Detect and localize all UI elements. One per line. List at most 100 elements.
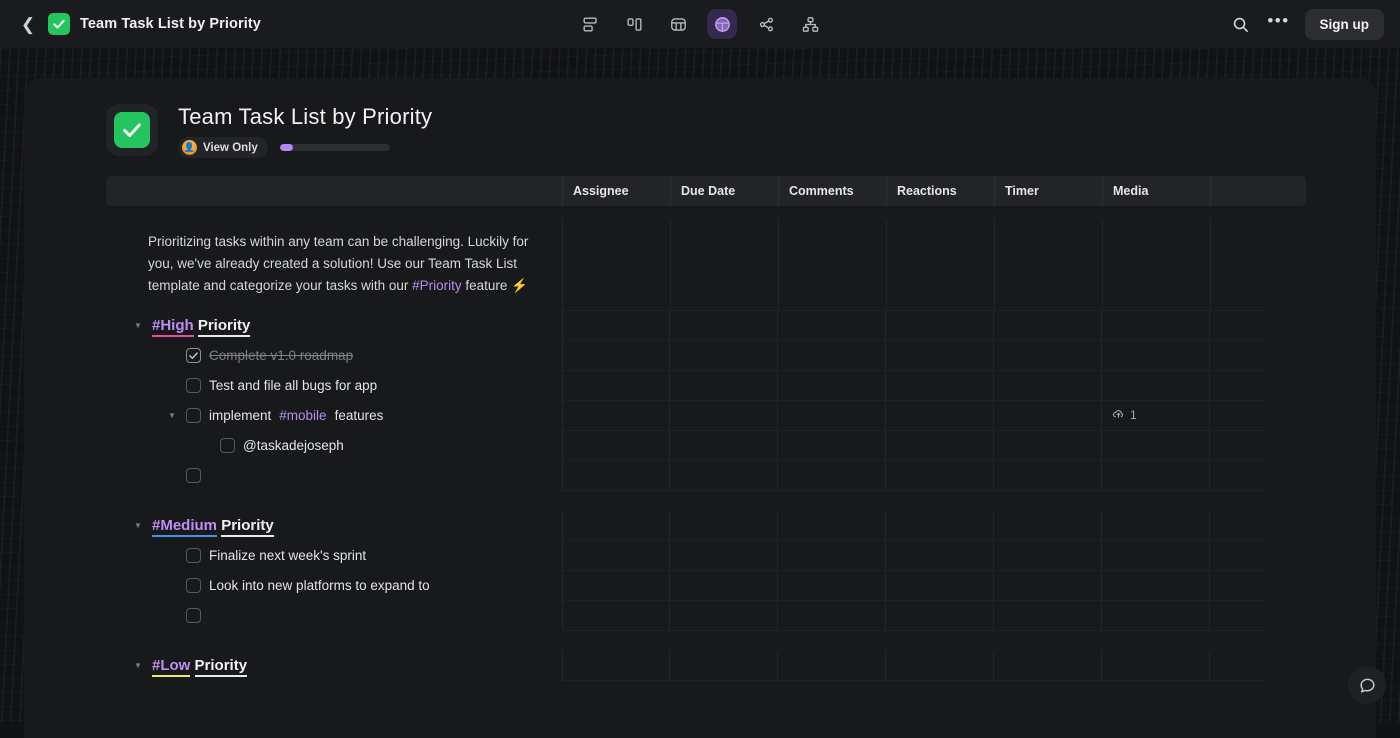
column-header-due-date[interactable]: Due Date	[670, 176, 778, 206]
section-title[interactable]: ▼ #Low Priority	[106, 657, 248, 678]
task-checkbox[interactable]	[186, 578, 201, 594]
cell-timer[interactable]	[994, 650, 1102, 681]
cell-due-date[interactable]	[670, 340, 778, 371]
cell-reactions[interactable]	[886, 460, 994, 491]
cell-due-date[interactable]	[670, 570, 778, 601]
org-chart-view-icon[interactable]	[795, 9, 825, 39]
cell-media[interactable]	[1102, 460, 1210, 491]
cell-timer[interactable]	[994, 600, 1102, 631]
cell-reactions[interactable]	[886, 570, 994, 601]
cell-due-date[interactable]	[670, 400, 778, 431]
cell-reactions[interactable]	[886, 219, 994, 311]
priority-tag[interactable]: #Priority	[412, 278, 462, 293]
cell-reactions[interactable]	[886, 510, 994, 541]
column-header-add[interactable]	[1210, 176, 1306, 206]
cell-timer[interactable]	[994, 540, 1102, 571]
cell-reactions[interactable]	[886, 600, 994, 631]
chat-bubble-icon[interactable]	[1348, 666, 1386, 704]
task-checkbox[interactable]	[186, 378, 201, 394]
cell-reactions[interactable]	[886, 340, 994, 371]
cell-comments[interactable]	[778, 650, 886, 681]
cell-assignee[interactable]	[562, 460, 670, 491]
cell-assignee[interactable]	[562, 219, 670, 311]
cell-media[interactable]	[1102, 600, 1210, 631]
cell-reactions[interactable]	[886, 540, 994, 571]
cell-comments[interactable]	[778, 570, 886, 601]
cell-due-date[interactable]	[670, 600, 778, 631]
cell-media[interactable]	[1102, 219, 1210, 311]
cell-timer[interactable]	[994, 430, 1102, 461]
cell-comments[interactable]	[778, 460, 886, 491]
cell-assignee[interactable]	[562, 600, 670, 631]
list-view-icon[interactable]	[575, 9, 605, 39]
task-checkbox[interactable]	[186, 548, 201, 564]
cell-due-date[interactable]	[670, 310, 778, 341]
cell-assignee[interactable]	[562, 340, 670, 371]
cell-media[interactable]: 1	[1102, 400, 1210, 431]
cell-reactions[interactable]	[886, 400, 994, 431]
cell-timer[interactable]	[994, 310, 1102, 341]
chevron-down-icon[interactable]: ▼	[132, 521, 144, 530]
view-only-badge[interactable]: 👤 View Only	[178, 137, 268, 158]
cell-media[interactable]	[1102, 370, 1210, 401]
cell-timer[interactable]	[994, 510, 1102, 541]
task-checkbox[interactable]	[220, 438, 235, 454]
cell-due-date[interactable]	[670, 510, 778, 541]
cell-media[interactable]	[1102, 570, 1210, 601]
cell-assignee[interactable]	[562, 400, 670, 431]
cell-comments[interactable]	[778, 540, 886, 571]
section-title[interactable]: ▼ #Medium Priority	[106, 517, 274, 538]
sign-up-button[interactable]: Sign up	[1304, 8, 1384, 40]
cell-assignee[interactable]	[562, 310, 670, 341]
cell-timer[interactable]	[994, 340, 1102, 371]
cell-reactions[interactable]	[886, 310, 994, 341]
cell-assignee[interactable]	[562, 540, 670, 571]
cell-timer[interactable]	[994, 400, 1102, 431]
column-header-comments[interactable]: Comments	[778, 176, 886, 206]
more-horizontal-icon[interactable]: •••	[1267, 12, 1291, 36]
search-icon[interactable]	[1229, 12, 1253, 36]
cell-comments[interactable]	[778, 370, 886, 401]
column-header-timer[interactable]: Timer	[994, 176, 1102, 206]
table-view-icon[interactable]	[663, 9, 693, 39]
task-checkbox[interactable]	[186, 348, 201, 364]
column-header-assignee[interactable]: Assignee	[562, 176, 670, 206]
cell-assignee[interactable]	[562, 430, 670, 461]
calendar-view-icon[interactable]	[707, 9, 737, 39]
task-checkbox[interactable]	[186, 408, 201, 424]
cell-comments[interactable]	[778, 600, 886, 631]
cell-media[interactable]	[1102, 430, 1210, 461]
cell-due-date[interactable]	[670, 540, 778, 571]
cell-assignee[interactable]	[562, 570, 670, 601]
cell-comments[interactable]	[778, 510, 886, 541]
cell-media[interactable]	[1102, 310, 1210, 341]
cell-assignee[interactable]	[562, 650, 670, 681]
mobile-tag[interactable]: #mobile	[279, 408, 326, 423]
mindmap-view-icon[interactable]	[751, 9, 781, 39]
cell-comments[interactable]	[778, 340, 886, 371]
chevron-down-icon[interactable]: ▼	[132, 321, 144, 330]
cell-media[interactable]	[1102, 650, 1210, 681]
document-icon-button[interactable]	[106, 104, 158, 156]
cell-due-date[interactable]	[670, 430, 778, 461]
cell-comments[interactable]	[778, 219, 886, 311]
cell-reactions[interactable]	[886, 370, 994, 401]
cell-assignee[interactable]	[562, 510, 670, 541]
cell-due-date[interactable]	[670, 460, 778, 491]
task-checkbox[interactable]	[186, 608, 201, 624]
cell-assignee[interactable]	[562, 370, 670, 401]
cell-reactions[interactable]	[886, 430, 994, 461]
chevron-down-icon[interactable]: ▼	[132, 661, 144, 670]
cell-comments[interactable]	[778, 310, 886, 341]
cell-timer[interactable]	[994, 370, 1102, 401]
task-checkbox[interactable]	[186, 468, 201, 484]
section-title[interactable]: ▼ #High Priority	[106, 317, 251, 338]
cell-media[interactable]	[1102, 510, 1210, 541]
cell-timer[interactable]	[994, 460, 1102, 491]
column-header-reactions[interactable]: Reactions	[886, 176, 994, 206]
cell-due-date[interactable]	[670, 650, 778, 681]
column-header-media[interactable]: Media	[1102, 176, 1210, 206]
chevron-down-icon[interactable]: ▼	[166, 411, 178, 420]
cell-media[interactable]	[1102, 540, 1210, 571]
chevron-left-icon[interactable]: ❮	[18, 14, 38, 34]
